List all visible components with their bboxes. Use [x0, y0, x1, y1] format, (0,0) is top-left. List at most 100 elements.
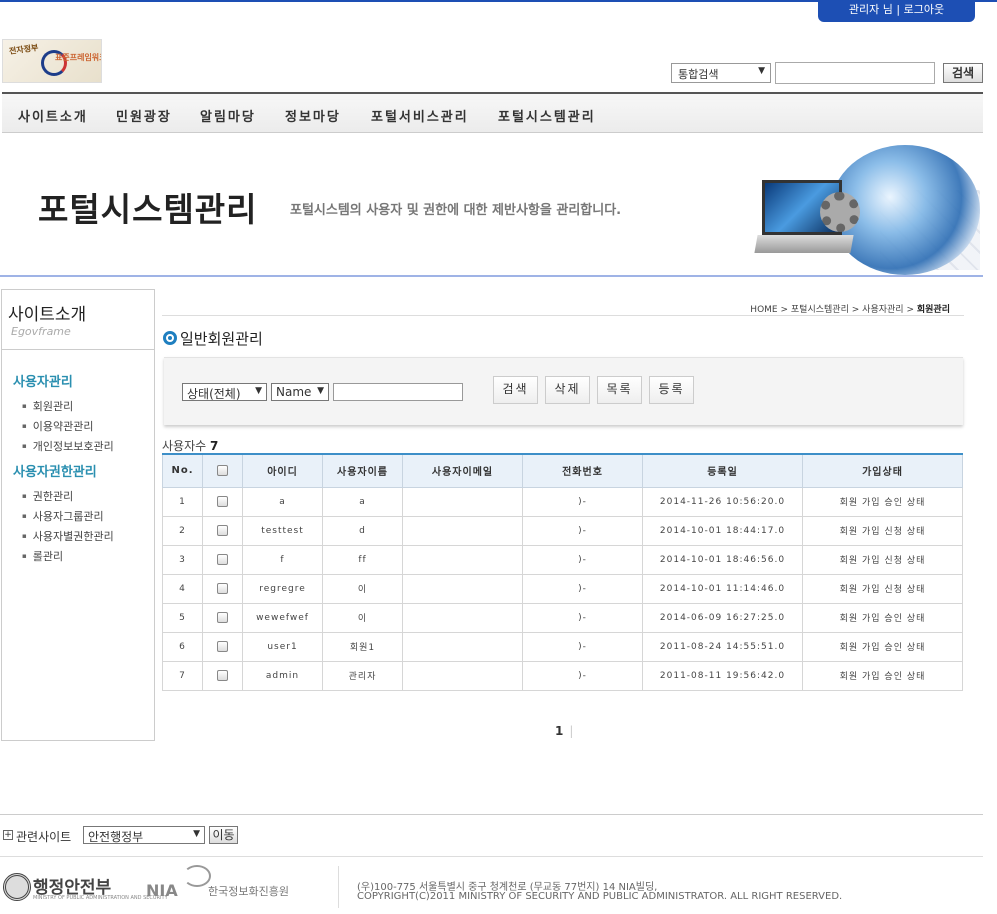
row-checkbox[interactable] — [217, 496, 228, 507]
row-checkbox[interactable] — [217, 583, 228, 594]
cell-id[interactable]: user1 — [242, 631, 323, 662]
cell-email — [402, 660, 523, 691]
nav-item-site-intro[interactable]: 사이트소개 — [18, 106, 88, 125]
global-search-input[interactable] — [775, 62, 935, 84]
cell-date: 2011-08-24 14:55:51.0 — [642, 631, 803, 662]
table-row[interactable]: 6 user1 회원1)- 2011-08-24 14:55:51.0 회원 가입 승인… — [162, 631, 963, 662]
cell-email — [402, 573, 523, 604]
user-count: 사용자수 7 — [162, 437, 218, 454]
global-search-button[interactable]: 검색 — [943, 63, 983, 83]
breadcrumb-sep: > — [906, 305, 914, 315]
row-checkbox[interactable] — [217, 554, 228, 565]
sidebar-heading-auth-mgmt[interactable]: 사용자권한관리 — [13, 461, 97, 480]
table-row[interactable]: 4 regregre 이)- 2014-10-01 11:14:46.0 회원 가입 신… — [162, 573, 963, 604]
sidebar-divider — [2, 349, 154, 350]
chevron-down-icon: ▼ — [317, 386, 324, 396]
nav-item-info[interactable]: 정보마당 — [285, 106, 341, 125]
table-body: 1 a a)- 2014-11-26 10:56:20.0 회원 가입 승인 상태 2 te… — [162, 486, 963, 691]
pager-divider: | — [569, 724, 574, 738]
logout-link[interactable]: 로그아웃 — [904, 3, 944, 16]
breadcrumb: HOME > 포털시스템관리 > 사용자관리 > 회원관리 — [600, 302, 950, 315]
footer-separator — [338, 866, 339, 908]
banner-subtitle: 포털시스템의 사용자 및 권한에 대한 제반사항을 관리합니다. — [290, 203, 622, 218]
row-checkbox[interactable] — [217, 525, 228, 536]
sidebar-item-user-auth[interactable]: 사용자별권한관리 — [22, 528, 114, 544]
cell-id[interactable]: wewefwef — [242, 602, 323, 633]
col-date: 등록일 — [642, 453, 803, 488]
cell-email — [402, 631, 523, 662]
main-nav: 사이트소개 민원광장 알림마당 정보마당 포털서비스관리 포털시스템관리 — [2, 92, 983, 133]
cell-id[interactable]: testtest — [242, 515, 323, 546]
cell-phone: )- — [522, 486, 643, 517]
row-checkbox[interactable] — [217, 641, 228, 652]
breadcrumb-level1[interactable]: 포털시스템관리 — [791, 305, 849, 315]
sidebar-heading-user-mgmt[interactable]: 사용자관리 — [13, 371, 73, 390]
cell-date: 2014-10-01 11:14:46.0 — [642, 573, 803, 604]
related-sites-value: 안전행정부 — [88, 830, 144, 844]
nav-item-notice[interactable]: 알림마당 — [200, 106, 256, 125]
cell-id[interactable]: regregre — [242, 573, 323, 604]
chevron-down-icon: ▼ — [758, 66, 765, 76]
cell-checkbox[interactable] — [202, 544, 243, 575]
status-select[interactable]: 상태(전체) ▼ — [182, 383, 267, 401]
cell-status: 회원 가입 신청 상태 — [802, 544, 963, 575]
cell-checkbox[interactable] — [202, 660, 243, 691]
cell-id[interactable]: a — [242, 486, 323, 517]
table-row[interactable]: 3 f ff)- 2014-10-01 18:46:56.0 회원 가입 신청 상태 — [162, 544, 963, 575]
cell-date: 2014-06-09 16:27:25.0 — [642, 602, 803, 633]
cell-checkbox[interactable] — [202, 515, 243, 546]
sidebar-item-terms[interactable]: 이용약관관리 — [22, 418, 94, 434]
cell-id[interactable]: f — [242, 544, 323, 575]
select-all-checkbox[interactable] — [217, 465, 228, 476]
sidebar-item-privacy[interactable]: 개인정보보호관리 — [22, 438, 114, 454]
search-scope-select[interactable]: 통합검색 ▼ — [671, 63, 771, 83]
cell-checkbox[interactable] — [202, 631, 243, 662]
breadcrumb-level2[interactable]: 사용자관리 — [862, 305, 903, 315]
plus-icon: + — [3, 830, 13, 840]
list-button[interactable]: 목록 — [597, 376, 642, 404]
search-button[interactable]: 검색 — [493, 376, 538, 404]
chevron-down-icon: ▼ — [193, 829, 200, 839]
cell-id[interactable]: admin — [242, 660, 323, 691]
cell-checkbox[interactable] — [202, 602, 243, 633]
page-title: 일반회원관리 — [180, 330, 263, 348]
sidebar-item-group[interactable]: 사용자그룹관리 — [22, 508, 104, 524]
page-1[interactable]: 1 — [555, 724, 563, 738]
search-scope-value: 통합검색 — [678, 68, 719, 81]
table-row[interactable]: 2 testtest d)- 2014-10-01 18:44:17.0 회원 가입 신… — [162, 515, 963, 546]
nia-korean-name: 한국정보화진흥원 — [208, 885, 289, 898]
nav-item-portal-system[interactable]: 포털시스템관리 — [498, 106, 596, 125]
sidebar-item-role[interactable]: 롤관리 — [22, 548, 63, 564]
keyword-input[interactable] — [333, 383, 463, 401]
row-checkbox[interactable] — [217, 612, 228, 623]
register-button[interactable]: 등록 — [649, 376, 694, 404]
cell-name: 회원1 — [322, 631, 403, 662]
cell-status: 회원 가입 신청 상태 — [802, 573, 963, 604]
col-select-all[interactable] — [202, 453, 243, 488]
breadcrumb-home[interactable]: HOME — [750, 305, 777, 315]
nav-item-portal-service[interactable]: 포털서비스관리 — [371, 106, 469, 125]
nia-logo: NIA — [146, 881, 178, 900]
table-row[interactable]: 7 admin 관리자)- 2011-08-11 19:56:42.0 회원 가입 승인… — [162, 660, 963, 691]
col-name: 사용자이름 — [322, 453, 403, 488]
related-sites-select[interactable]: 안전행정부 ▼ — [83, 826, 205, 844]
table-row[interactable]: 1 a a)- 2014-11-26 10:56:20.0 회원 가입 승인 상태 — [162, 486, 963, 517]
cell-no: 5 — [162, 602, 203, 633]
cell-phone: )- — [522, 544, 643, 575]
sidebar-item-auth[interactable]: 권한관리 — [22, 488, 73, 504]
cell-checkbox[interactable] — [202, 573, 243, 604]
nav-item-civil[interactable]: 민원광장 — [116, 106, 172, 125]
laptop-base-graphic — [754, 235, 854, 253]
cell-email — [402, 544, 523, 575]
row-checkbox[interactable] — [217, 670, 228, 681]
sidebar-item-member[interactable]: 회원관리 — [22, 398, 73, 414]
field-select[interactable]: Name ▼ — [271, 383, 329, 401]
cell-checkbox[interactable] — [202, 486, 243, 517]
site-logo[interactable]: 전자정부 표준프레임워크 — [2, 39, 102, 83]
go-button[interactable]: 이동 — [209, 826, 238, 844]
delete-button[interactable]: 삭제 — [545, 376, 590, 404]
cell-status: 회원 가입 승인 상태 — [802, 486, 963, 517]
table-row[interactable]: 5 wewefwef 이)- 2014-06-09 16:27:25.0 회원 가입 승… — [162, 602, 963, 633]
cell-no: 3 — [162, 544, 203, 575]
col-phone: 전화번호 — [522, 453, 643, 488]
